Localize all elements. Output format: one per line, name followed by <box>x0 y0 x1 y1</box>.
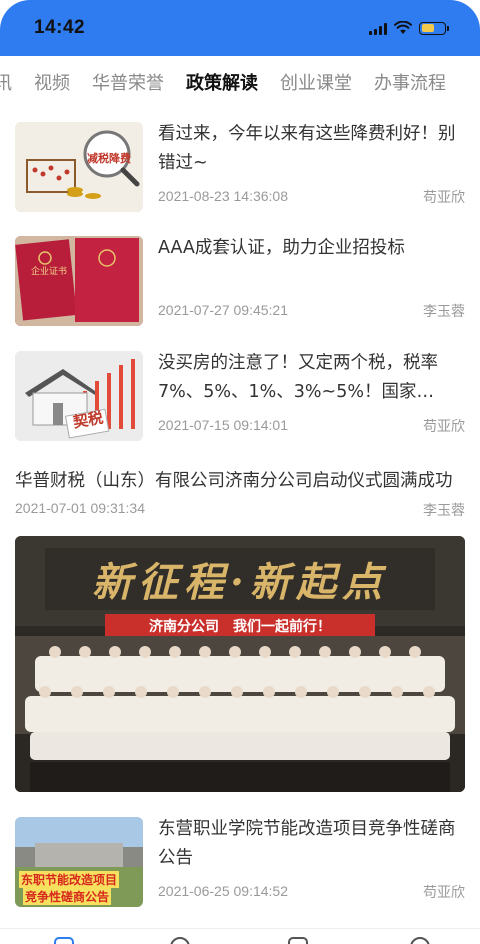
service-icon[interactable] <box>170 937 190 944</box>
battery-icon <box>419 21 449 35</box>
news-thumbnail: 契税 <box>15 351 143 441</box>
banner-subline: 济南分公司 我们一起前行！ <box>149 619 331 635</box>
group-photo-banner: 新征程·新起点 济南分公司 我们一起前行！ <box>15 536 465 792</box>
news-meta: 2021-07-01 09:31:34 李玉蓉 <box>15 500 465 520</box>
news-title: 华普财税（山东）有限公司济南分公司启动仪式圆满成功 <box>15 471 453 491</box>
news-author: 苟亚欣 <box>423 885 465 901</box>
news-date: 2021-07-27 09:45:21 <box>158 302 288 318</box>
wifi-icon <box>394 21 412 34</box>
bottom-navigation <box>0 928 480 944</box>
category-tabs: 讯 视频 华普荣誉 政策解读 创业课堂 办事流程 <box>0 56 480 108</box>
featured-news-item[interactable]: 华普财税（山东）有限公司济南分公司启动仪式圆满成功 2021-07-01 09:… <box>15 466 465 792</box>
news-date: 2021-07-15 09:14:01 <box>158 417 288 433</box>
clock: 14:42 <box>34 17 86 38</box>
signal-icon <box>369 22 387 35</box>
status-icons <box>369 21 449 35</box>
tab-news[interactable]: 讯 <box>0 69 12 95</box>
thumbnail-caption-2: 竞争性磋商公告 <box>23 888 112 905</box>
tab-policy[interactable]: 政策解读 <box>186 69 258 95</box>
news-date: 2021-08-23 14:36:08 <box>158 188 288 204</box>
news-title: 没买房的注意了！又定两个税，税率7%、5%、1%、3%~5%！国家… <box>158 353 438 402</box>
tab-video[interactable]: 视频 <box>34 69 70 95</box>
news-title: 东营职业学院节能改造项目竞争性磋商公告 <box>158 819 456 868</box>
news-author: 李玉蓉 <box>423 304 465 320</box>
message-icon[interactable] <box>288 937 308 944</box>
tab-process[interactable]: 办事流程 <box>374 69 446 95</box>
news-author: 苟亚欣 <box>423 419 465 435</box>
news-author: 苟亚欣 <box>423 190 465 206</box>
news-author: 李玉蓉 <box>423 503 465 519</box>
thumbnail-caption: 企业证书 <box>31 267 68 277</box>
news-thumbnail: 减税降费 <box>15 122 143 212</box>
news-date: 2021-06-25 09:14:52 <box>158 883 288 899</box>
tab-honors[interactable]: 华普荣誉 <box>92 69 164 95</box>
news-title: AAA成套认证，助力企业招投标 <box>158 238 405 258</box>
thumbnail-caption-1: 东职节能改造项目 <box>19 871 120 888</box>
news-date: 2021-07-01 09:31:34 <box>15 500 145 516</box>
home-icon[interactable] <box>54 937 74 944</box>
news-title: 看过来，今年以来有这些降费利好！别错过~ <box>158 124 456 173</box>
banner-headline: 新征程·新起点 <box>92 559 388 606</box>
status-bar: 14:42 <box>0 0 480 56</box>
news-thumbnail: 东职节能改造项目 竞争性磋商公告 <box>15 817 143 907</box>
profile-icon[interactable] <box>410 937 430 944</box>
tab-startup-class[interactable]: 创业课堂 <box>280 69 352 95</box>
news-thumbnail: 企业证书 <box>15 236 143 326</box>
thumbnail-caption: 减税降费 <box>87 152 131 165</box>
